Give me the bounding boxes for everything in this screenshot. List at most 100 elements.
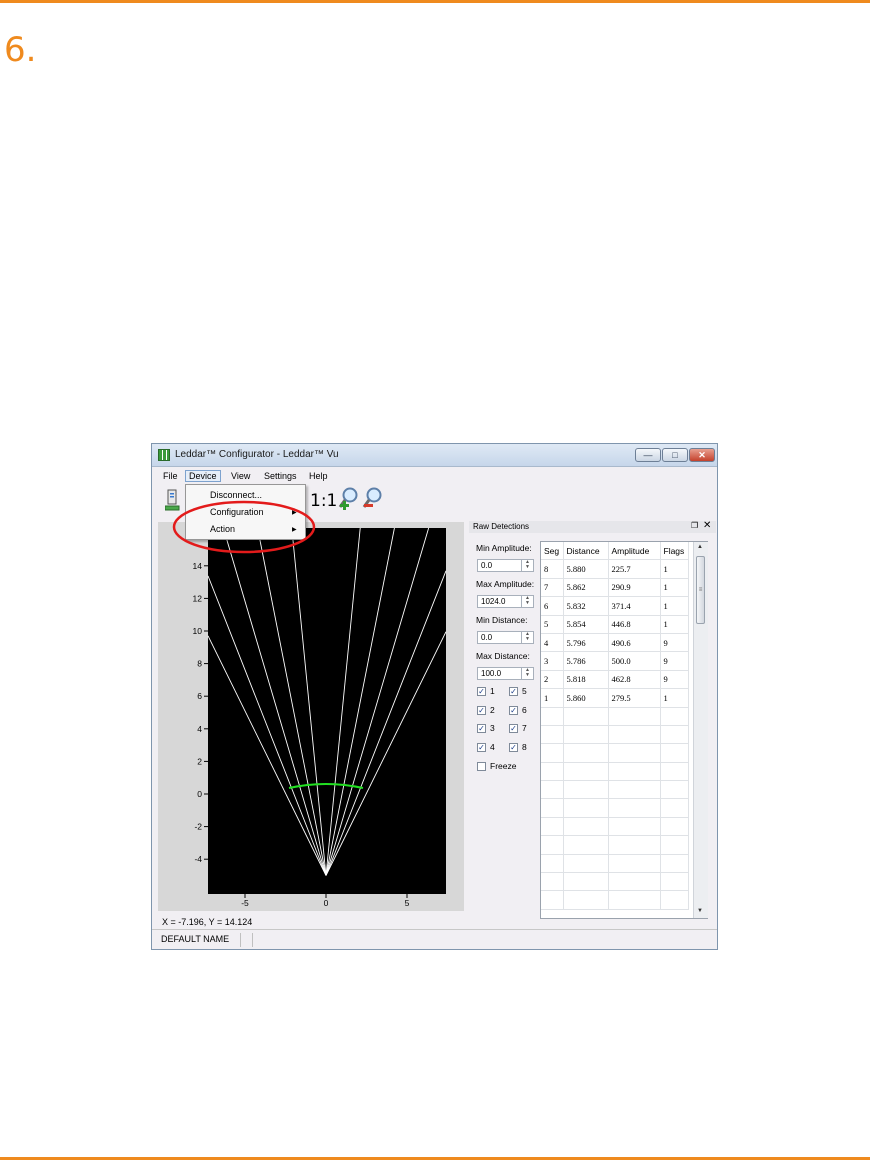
- empty-table-row: [541, 817, 689, 837]
- beam-plot[interactable]: 14 12 10 8 6 4 2 0 -2 -4 -5 0 5: [158, 522, 464, 911]
- y-tick-label: 12: [193, 593, 203, 603]
- table-cell: 9: [660, 651, 689, 671]
- segment-checkbox[interactable]: ✓: [477, 687, 486, 696]
- table-cell: [563, 707, 609, 726]
- segment-checkbox[interactable]: ✓: [509, 742, 518, 752]
- min-distance-input[interactable]: 0.0 ▲ ▼: [477, 631, 534, 644]
- x-tick-label: -5: [241, 898, 249, 908]
- min-distance-stepper[interactable]: ▲ ▼: [521, 632, 533, 643]
- table-cell: [660, 890, 689, 910]
- min-amplitude-input[interactable]: 0.0 ▲ ▼: [477, 559, 534, 572]
- segment-checkbox[interactable]: ✓: [477, 742, 486, 752]
- maximize-button[interactable]: □: [662, 448, 688, 462]
- raw-detections-header: Raw Detections ❐ ✕: [469, 520, 716, 533]
- scroll-up-arrow-icon[interactable]: ▲: [697, 544, 703, 550]
- segment-checkbox-label: 1: [490, 686, 495, 696]
- table-cell: [541, 890, 564, 910]
- segment-checkbox[interactable]: ✓: [509, 724, 518, 733]
- empty-table-row: [541, 872, 689, 892]
- table-scrollbar[interactable]: ▲ ≡ ▼: [693, 542, 708, 918]
- float-panel-icon[interactable]: ❐: [691, 521, 698, 530]
- y-tick-label: 2: [197, 756, 202, 766]
- table-row[interactable]: 8 5.880 225.7 1: [541, 559, 689, 579]
- table-cell: [608, 762, 661, 782]
- menu-help[interactable]: Help: [306, 470, 331, 482]
- menu-file[interactable]: File: [160, 470, 181, 482]
- max-distance-label: Max Distance:: [476, 651, 530, 661]
- table-cell: 290.9: [608, 578, 661, 598]
- segment-checkbox[interactable]: ✓: [509, 687, 518, 696]
- segment-checkbox[interactable]: ✓: [477, 705, 486, 715]
- minimize-button[interactable]: —: [635, 448, 661, 462]
- table-cell: 1: [660, 578, 689, 598]
- plot-panel[interactable]: 14 12 10 8 6 4 2 0 -2 -4 -5 0 5: [158, 522, 464, 911]
- menu-view[interactable]: View: [228, 470, 253, 482]
- freeze-checkbox[interactable]: [477, 762, 486, 771]
- table-cell: [660, 725, 689, 745]
- table-cell: 5.818: [563, 670, 609, 690]
- min-amplitude-stepper[interactable]: ▲ ▼: [521, 560, 533, 571]
- column-header[interactable]: Distance: [563, 542, 609, 561]
- top-rule: [0, 0, 870, 3]
- y-tick-label: 14: [193, 561, 203, 571]
- table-cell: [563, 890, 609, 910]
- table-cell: 462.8: [608, 670, 661, 690]
- table-cell: [541, 707, 564, 726]
- table-cell: [563, 725, 609, 745]
- scroll-down-arrow-icon[interactable]: ▼: [697, 908, 703, 914]
- table-cell: 279.5: [608, 688, 661, 708]
- freeze-label: Freeze: [490, 761, 517, 771]
- column-header[interactable]: Amplitude: [608, 542, 661, 561]
- scroll-thumb[interactable]: ≡: [696, 556, 705, 624]
- y-tick-label: -4: [194, 854, 202, 864]
- table-row[interactable]: 3 5.786 500.0 9: [541, 651, 689, 671]
- segment-checkbox[interactable]: ✓: [509, 705, 518, 715]
- table-cell: 1: [541, 688, 564, 708]
- table-row[interactable]: 7 5.862 290.9 1: [541, 578, 689, 598]
- table-row[interactable]: 4 5.796 490.6 9: [541, 633, 689, 653]
- table-row[interactable]: 1 5.860 279.5 1: [541, 688, 689, 708]
- coordinate-readout: X = -7.196, Y = 14.124: [162, 917, 253, 927]
- table-cell: 5.860: [563, 688, 609, 708]
- table-cell: 5.832: [563, 596, 609, 616]
- column-header[interactable]: Flags: [660, 542, 689, 561]
- y-tick-label: 4: [197, 724, 202, 734]
- table-row[interactable]: 5 5.854 446.8 1: [541, 615, 689, 634]
- title-bar[interactable]: Leddar™ Configurator - Leddar™ Vu — □ ✕: [152, 444, 717, 467]
- menu-bar: File Device View Settings Help: [152, 468, 717, 483]
- segment-checkbox-label: 3: [490, 723, 495, 733]
- table-cell: 3: [541, 651, 564, 671]
- menu-device[interactable]: Device: [185, 470, 221, 482]
- table-cell: [563, 743, 609, 763]
- table-cell: 225.7: [608, 559, 661, 579]
- table-cell: 6: [541, 596, 564, 616]
- zoom-in-icon[interactable]: [338, 487, 360, 513]
- table-cell: [608, 835, 661, 855]
- max-distance-stepper[interactable]: ▲ ▼: [521, 668, 533, 679]
- max-amplitude-input[interactable]: 1024.0 ▲ ▼: [477, 595, 534, 608]
- empty-table-row: [541, 835, 689, 855]
- window-title: Leddar™ Configurator - Leddar™ Vu: [175, 449, 339, 460]
- table-cell: [563, 780, 609, 800]
- max-distance-input[interactable]: 100.0 ▲ ▼: [477, 667, 534, 680]
- plot-area[interactable]: [208, 528, 446, 894]
- segment-checkbox-label: 4: [490, 741, 495, 752]
- zoom-out-icon[interactable]: [362, 487, 384, 513]
- table-cell: [660, 707, 689, 726]
- close-panel-icon[interactable]: ✕: [703, 520, 711, 531]
- max-amplitude-stepper[interactable]: ▲ ▼: [521, 596, 533, 607]
- column-header[interactable]: Seg: [541, 542, 564, 561]
- table-cell: [660, 798, 689, 818]
- table-row[interactable]: 6 5.832 371.4 1: [541, 596, 689, 616]
- table-cell: 500.0: [608, 651, 661, 671]
- table-cell: [541, 743, 564, 763]
- table-cell: [563, 798, 609, 818]
- table-cell: [541, 872, 564, 892]
- table-cell: [608, 707, 661, 726]
- menu-settings[interactable]: Settings: [261, 470, 300, 482]
- table-cell: 8: [541, 559, 564, 579]
- close-button[interactable]: ✕: [689, 448, 715, 462]
- y-tick-label: -2: [194, 822, 202, 832]
- table-row[interactable]: 2 5.818 462.8 9: [541, 670, 689, 690]
- segment-checkbox[interactable]: ✓: [477, 724, 486, 733]
